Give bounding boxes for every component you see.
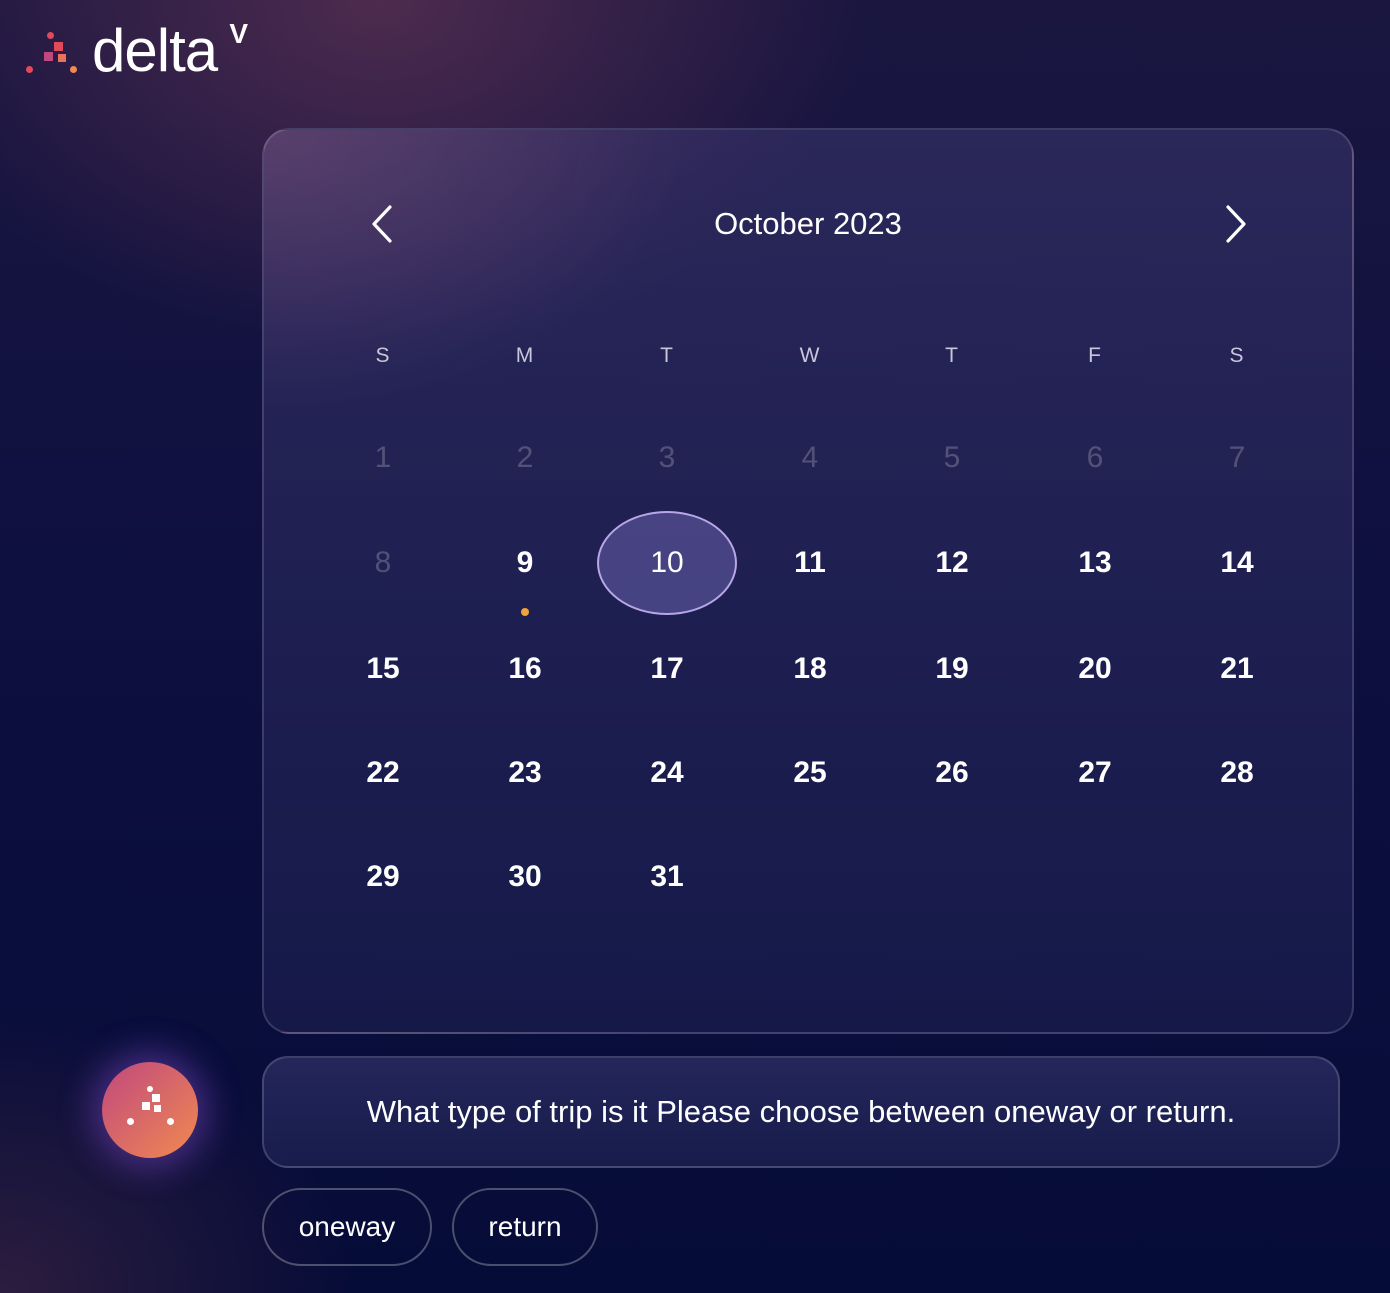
calendar-day[interactable]: 17 bbox=[597, 617, 737, 721]
calendar-day[interactable]: 9 bbox=[455, 511, 595, 615]
bot-message-text: What type of trip is it Please choose be… bbox=[366, 1094, 1236, 1129]
calendar-day: 5 bbox=[943, 441, 961, 474]
return-button[interactable]: return bbox=[452, 1188, 598, 1266]
calendar-day[interactable]: 15 bbox=[313, 617, 453, 721]
calendar-day[interactable]: 25 bbox=[740, 721, 880, 825]
calendar-day[interactable]: 12 bbox=[882, 511, 1022, 615]
calendar-day[interactable]: 31 bbox=[597, 825, 737, 929]
calendar-day: 7 bbox=[1228, 441, 1246, 474]
calendar-day[interactable]: 11 bbox=[740, 511, 880, 615]
calendar-day[interactable]: 27 bbox=[1025, 721, 1165, 825]
bot-avatar bbox=[102, 1062, 198, 1158]
today-indicator-dot bbox=[521, 608, 529, 616]
deltav-logo-icon bbox=[102, 1062, 198, 1158]
calendar-day[interactable]: 28 bbox=[1167, 721, 1307, 825]
deltav-logo-icon bbox=[24, 26, 80, 78]
calendar-day: 2 bbox=[516, 441, 534, 474]
brand-superscript: V bbox=[229, 18, 248, 49]
calendar-day[interactable]: 16 bbox=[455, 617, 595, 721]
calendar-day[interactable]: 24 bbox=[597, 721, 737, 825]
calendar-day[interactable]: 22 bbox=[313, 721, 453, 825]
day-grid: 1 2 3 4 5 6 7 8 9 10 11 12 13 14 15 16 17 18 19 20 21 22 23 24 2… bbox=[264, 130, 1352, 1032]
calendar-day: 3 bbox=[658, 441, 676, 474]
calendar-day: 1 bbox=[374, 441, 392, 474]
calendar-day: 4 bbox=[801, 441, 819, 474]
calendar-day-selected[interactable]: 10 bbox=[597, 511, 737, 615]
calendar-day[interactable]: 23 bbox=[455, 721, 595, 825]
calendar-day[interactable]: 29 bbox=[313, 825, 453, 929]
brand-logo: delta V bbox=[24, 17, 248, 84]
calendar-day[interactable]: 26 bbox=[882, 721, 1022, 825]
date-picker: October 2023 S M T W T F S 1 2 3 4 5 6 7 8 9 10 11… bbox=[262, 128, 1354, 1034]
calendar-day: 8 bbox=[374, 546, 392, 579]
brand-name: delta V bbox=[92, 17, 248, 84]
calendar-day[interactable]: 13 bbox=[1025, 511, 1165, 615]
calendar-day: 6 bbox=[1086, 441, 1104, 474]
oneway-button[interactable]: oneway bbox=[262, 1188, 432, 1266]
bot-message: What type of trip is it Please choose be… bbox=[262, 1056, 1340, 1168]
calendar-day[interactable]: 19 bbox=[882, 617, 1022, 721]
calendar-day[interactable]: 21 bbox=[1167, 617, 1307, 721]
calendar-day[interactable]: 18 bbox=[740, 617, 880, 721]
calendar-day[interactable]: 20 bbox=[1025, 617, 1165, 721]
calendar-day[interactable]: 14 bbox=[1167, 511, 1307, 615]
calendar-day[interactable]: 30 bbox=[455, 825, 595, 929]
